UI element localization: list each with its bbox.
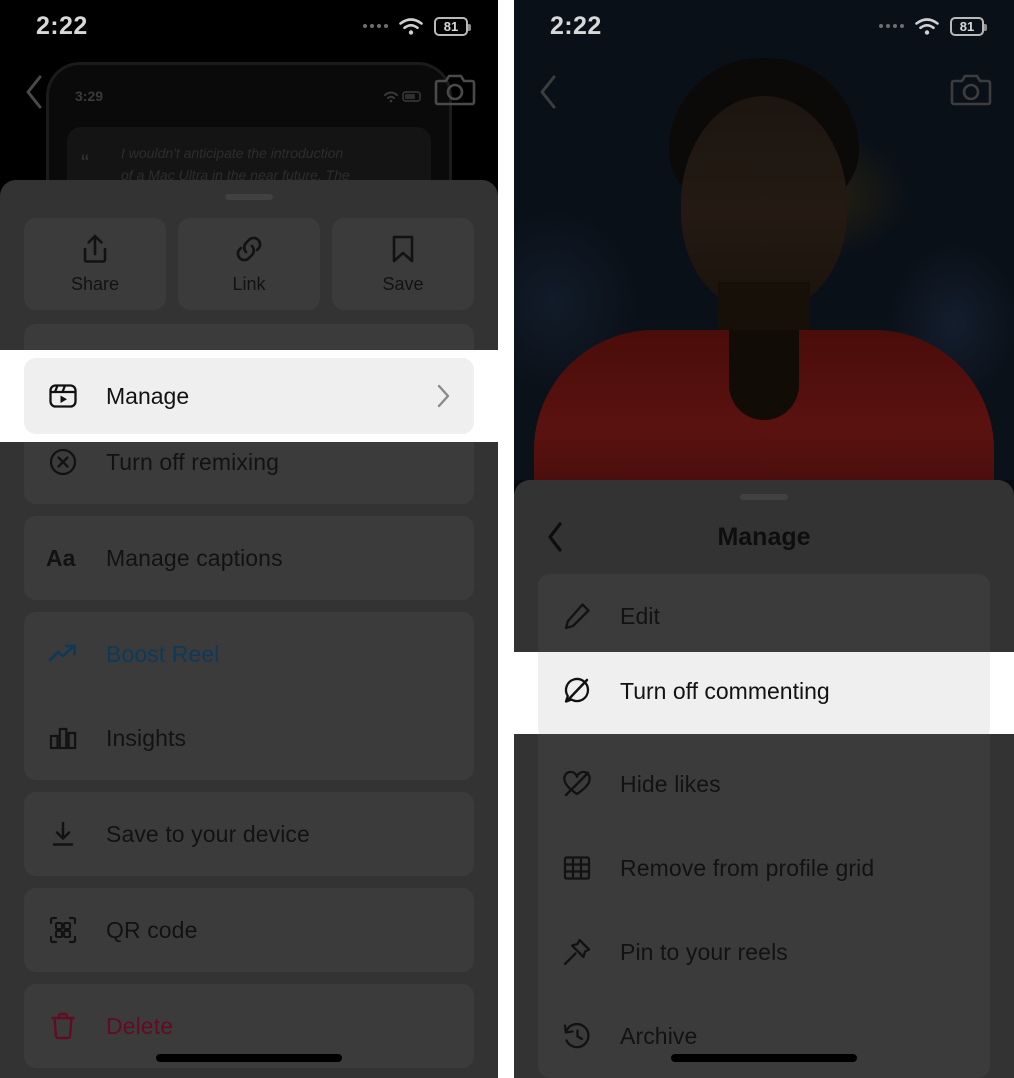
- menu-item-insights-label: Insights: [106, 724, 187, 751]
- manage-menu-group: Edit Turn off commenting: [538, 574, 990, 1078]
- highlight-band-manage: Manage: [0, 350, 498, 442]
- menu-item-remove-from-profile-grid-label: Remove from profile grid: [620, 854, 875, 881]
- menu-item-hide-likes-label: Hide likes: [620, 770, 721, 797]
- link-button-label: Link: [232, 274, 266, 294]
- reels-clip-icon: [46, 381, 80, 411]
- menu-group-qr: QR code: [24, 888, 474, 972]
- menu-item-edit[interactable]: Edit: [538, 574, 990, 658]
- bookmark-icon: [389, 233, 417, 265]
- chevron-left-icon[interactable]: [536, 72, 562, 112]
- menu-item-save-to-device[interactable]: Save to your device: [24, 792, 474, 876]
- menu-item-archive-label: Archive: [620, 1022, 698, 1049]
- menu-item-pin-to-your-reels-label: Pin to your reels: [620, 938, 788, 965]
- camera-icon[interactable]: [950, 70, 992, 108]
- home-indicator: [156, 1054, 342, 1062]
- menu-item-hide-likes[interactable]: Hide likes: [538, 742, 990, 826]
- chevron-right-icon: [436, 383, 452, 409]
- clock-rewind-icon: [560, 1021, 594, 1051]
- grid-icon: [560, 853, 594, 883]
- quote-mark-icon: “: [81, 150, 89, 177]
- home-indicator: [671, 1054, 857, 1062]
- manage-sheet: Manage Edit Hide likes Remove from profi…: [514, 480, 1014, 1078]
- menu-item-archive[interactable]: Archive: [538, 994, 990, 1078]
- menu-item-turn-off-remixing-label: Turn off remixing: [106, 448, 279, 475]
- menu-item-manage-highlighted[interactable]: Manage: [24, 358, 474, 434]
- menu-group-boost-insights: Boost Reel Insights: [24, 612, 474, 780]
- menu-item-qr-code-label: QR code: [106, 916, 198, 943]
- nested-status-icons: [383, 88, 423, 104]
- phone-panel-left: 3:29 “ I wouldn't anticipate the introdu…: [0, 0, 498, 1078]
- menu-item-remove-from-profile-grid[interactable]: Remove from profile grid: [538, 826, 990, 910]
- screenshot-canvas: 3:29 “ I wouldn't anticipate the introdu…: [0, 0, 1014, 1078]
- menu-group-save-device: Save to your device: [24, 792, 474, 876]
- share-up-arrow-icon: [80, 233, 110, 265]
- download-arrow-icon: [46, 819, 80, 849]
- camera-icon[interactable]: [434, 70, 476, 108]
- menu-item-edit-label: Edit: [620, 602, 661, 629]
- menu-item-manage-captions-label: Manage captions: [106, 544, 283, 571]
- menu-item-boost-reel[interactable]: Boost Reel: [24, 612, 474, 696]
- link-chain-icon: [233, 233, 265, 265]
- menu-item-manage-captions[interactable]: Aa Manage captions: [24, 516, 474, 600]
- menu-item-delete-label: Delete: [106, 1012, 174, 1039]
- share-button-label: Share: [70, 274, 120, 294]
- menu-item-turn-off-commenting-highlighted[interactable]: Turn off commenting: [538, 652, 990, 734]
- chevron-left-icon[interactable]: [22, 72, 48, 112]
- menu-group-captions: Aa Manage captions: [24, 516, 474, 600]
- manage-sheet-title: Manage: [717, 522, 811, 551]
- menu-item-save-to-device-label: Save to your device: [106, 820, 310, 847]
- menu-item-turn-off-commenting-label: Turn off commenting: [620, 677, 830, 704]
- share-button[interactable]: Share: [24, 218, 166, 310]
- heart-off-icon: [560, 769, 594, 799]
- link-button[interactable]: Link: [178, 218, 320, 310]
- nested-status-time: 3:29: [75, 88, 104, 104]
- action-sheet-left: Share Link Save Turn off remixing Aa Man…: [0, 180, 498, 1078]
- menu-item-insights[interactable]: Insights: [24, 696, 474, 780]
- circle-x-icon: [46, 447, 80, 477]
- quick-action-row: Share Link Save: [0, 200, 498, 324]
- pin-icon: [560, 937, 594, 967]
- phone-panel-right: 2:22 81 Manage Edit Hide likes Remove fr…: [514, 0, 1014, 1078]
- trash-icon: [46, 1011, 80, 1041]
- save-button-label: Save: [382, 274, 424, 294]
- manage-sheet-header: Manage: [514, 500, 1014, 574]
- menu-item-pin-to-your-reels[interactable]: Pin to your reels: [538, 910, 990, 994]
- svg-text:Aa: Aa: [46, 545, 76, 571]
- chevron-left-icon[interactable]: [544, 520, 566, 554]
- highlight-band-turn-off-commenting: Turn off commenting: [514, 652, 1014, 734]
- qr-code-icon: [46, 915, 80, 945]
- nested-status-bar: 3:29: [49, 83, 449, 109]
- panel-divider: [498, 0, 514, 1078]
- trending-up-arrow-icon: [46, 641, 80, 667]
- comment-off-icon: [560, 676, 594, 706]
- aa-text-icon: Aa: [46, 543, 80, 573]
- menu-item-manage-label: Manage: [106, 382, 190, 409]
- save-button[interactable]: Save: [332, 218, 474, 310]
- pencil-icon: [560, 601, 594, 631]
- menu-item-boost-reel-label: Boost Reel: [106, 640, 220, 667]
- bar-chart-icon: [46, 723, 80, 753]
- nested-quote-line-1: I wouldn't anticipate the introduction: [121, 145, 344, 161]
- person-face: [681, 96, 847, 311]
- menu-item-qr-code[interactable]: QR code: [24, 888, 474, 972]
